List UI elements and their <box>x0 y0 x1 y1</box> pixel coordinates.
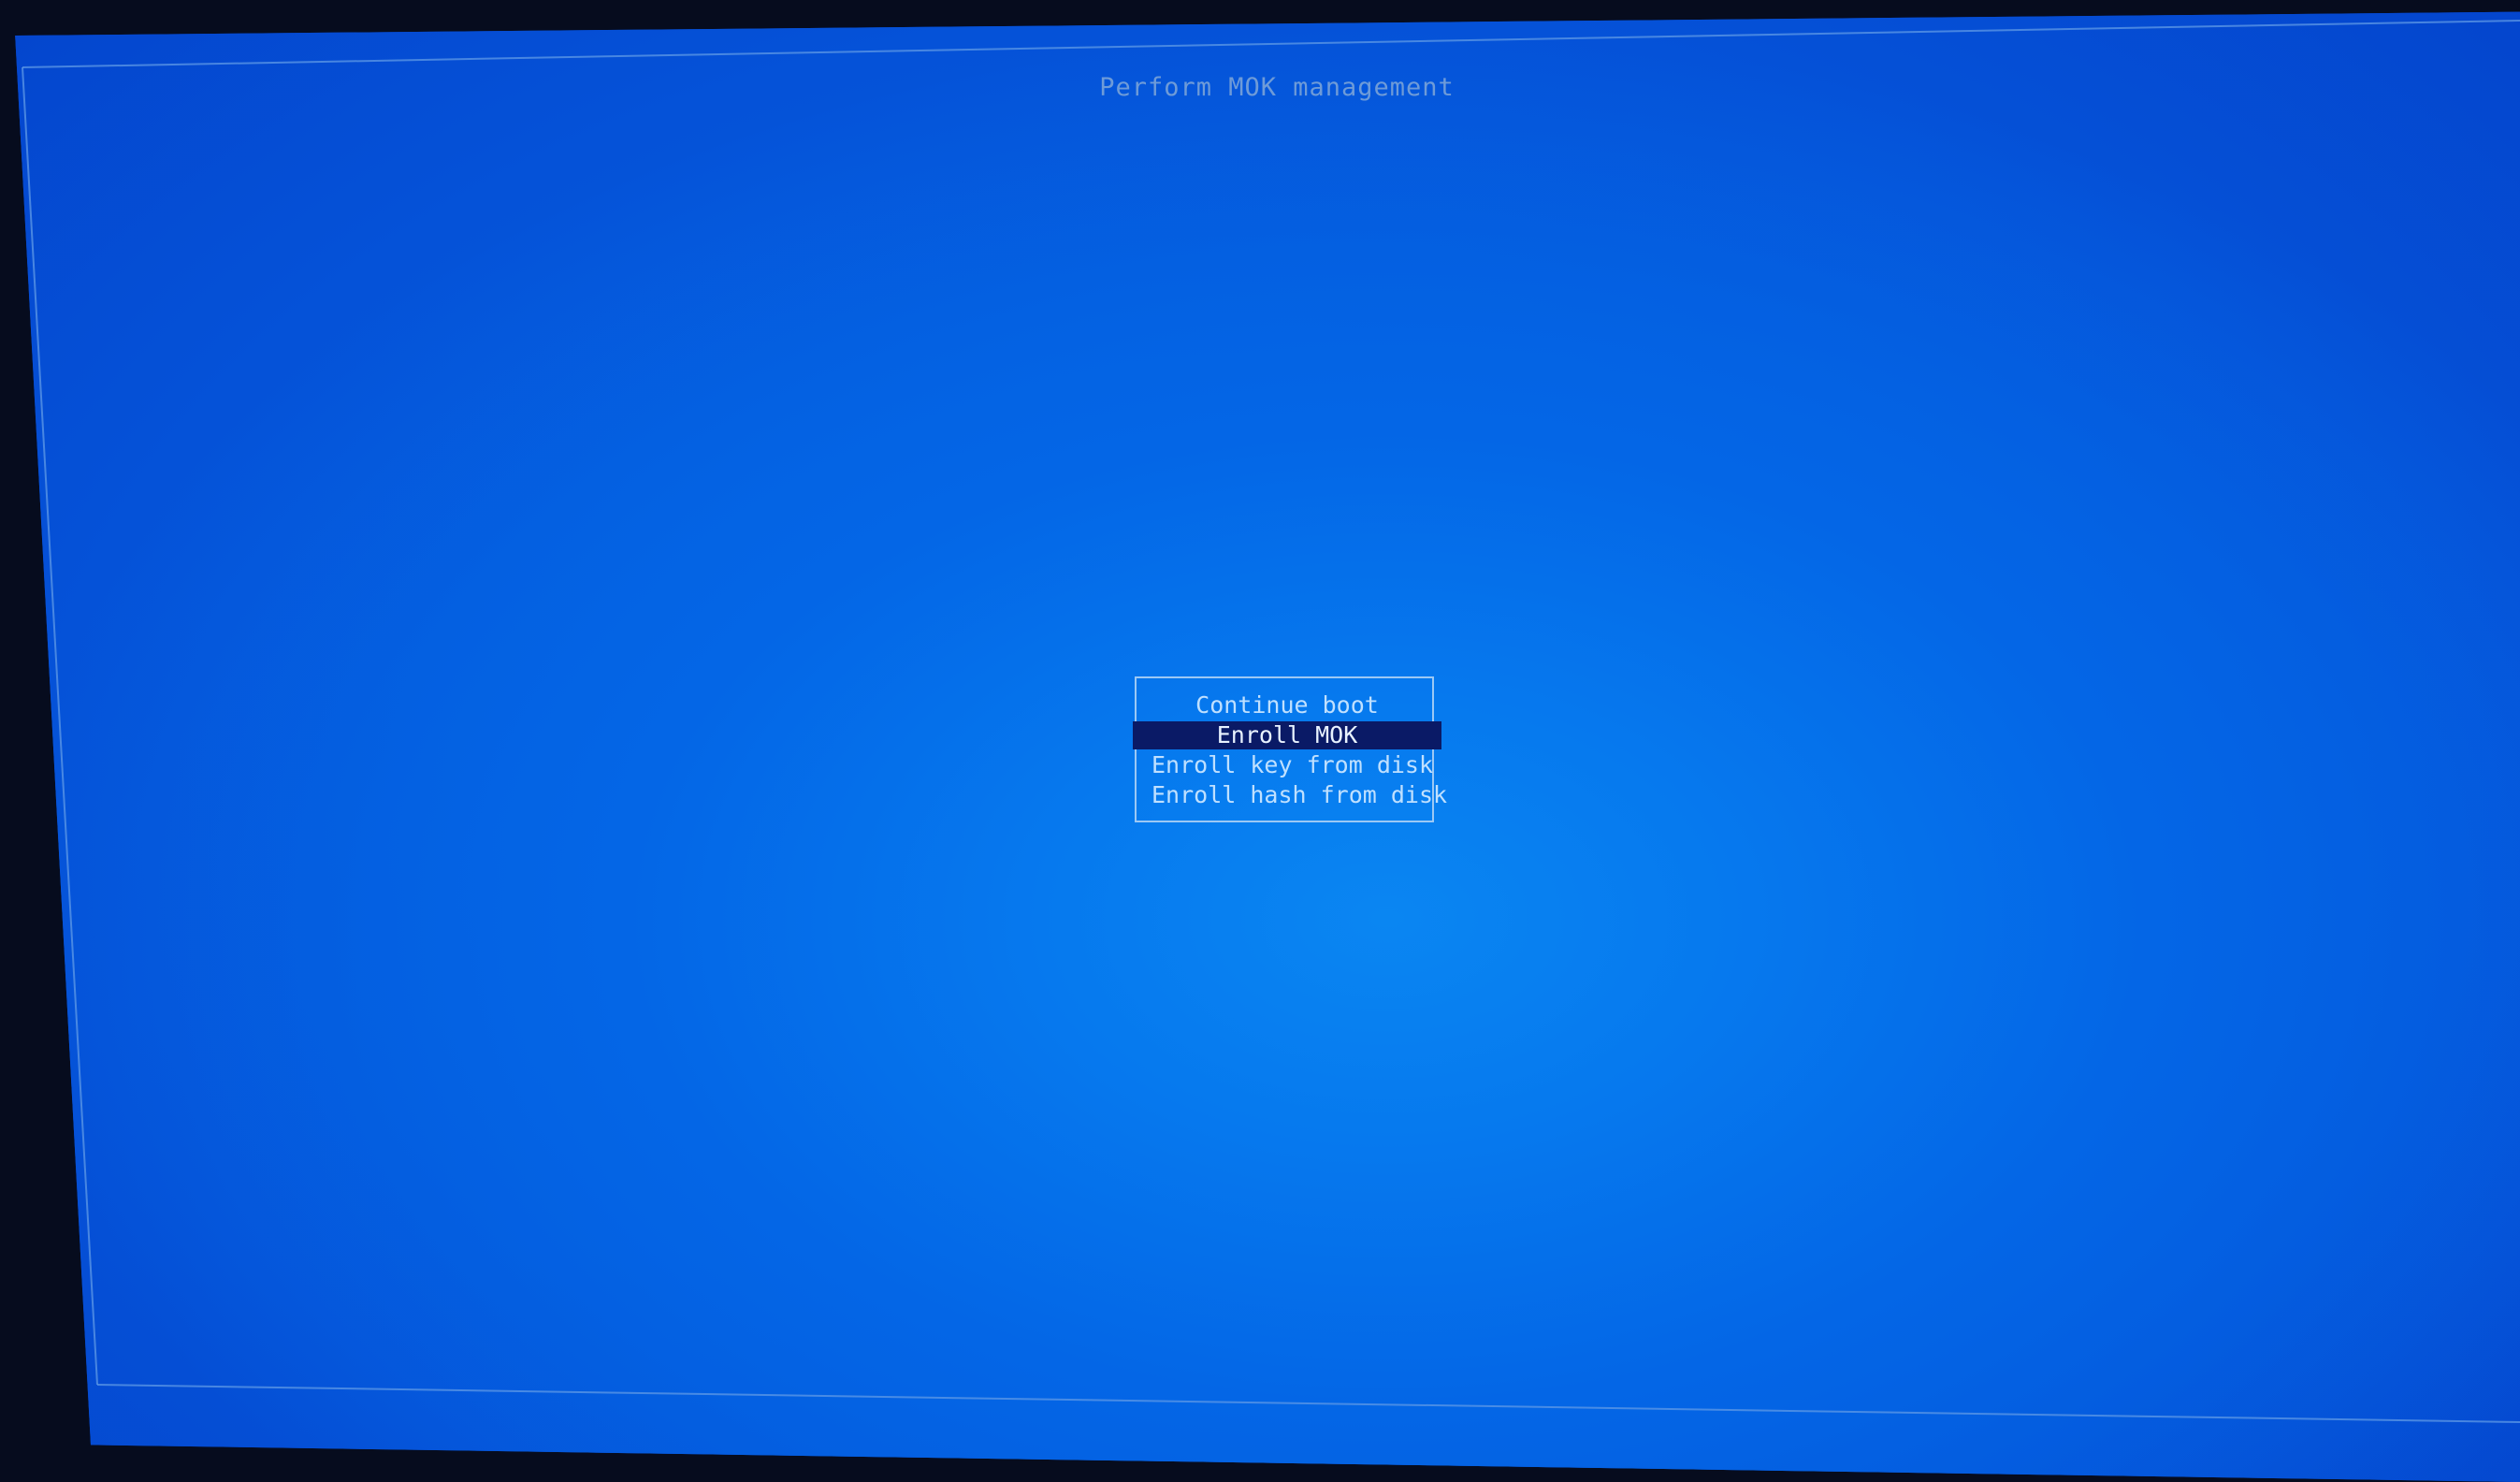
screen-border-line <box>96 1384 2520 1423</box>
menu-item-enroll-key-from-disk[interactable]: Enroll key from disk <box>1133 751 1441 779</box>
mok-menu: Continue boot Enroll MOK Enroll key from… <box>1133 676 1447 822</box>
screen-title: Perform MOK management <box>1099 73 1455 102</box>
mok-manager-screen: Perform MOK management Continue boot Enr… <box>15 11 2520 1482</box>
screen-border-line <box>22 20 2520 68</box>
screen-border-line <box>22 66 98 1386</box>
menu-item-enroll-hash-from-disk[interactable]: Enroll hash from disk <box>1133 781 1447 809</box>
monitor-bezel: Perform MOK management Continue boot Enr… <box>0 0 2520 1482</box>
menu-item-continue-boot[interactable]: Continue boot <box>1133 691 1441 719</box>
menu-item-enroll-mok[interactable]: Enroll MOK <box>1133 721 1441 749</box>
